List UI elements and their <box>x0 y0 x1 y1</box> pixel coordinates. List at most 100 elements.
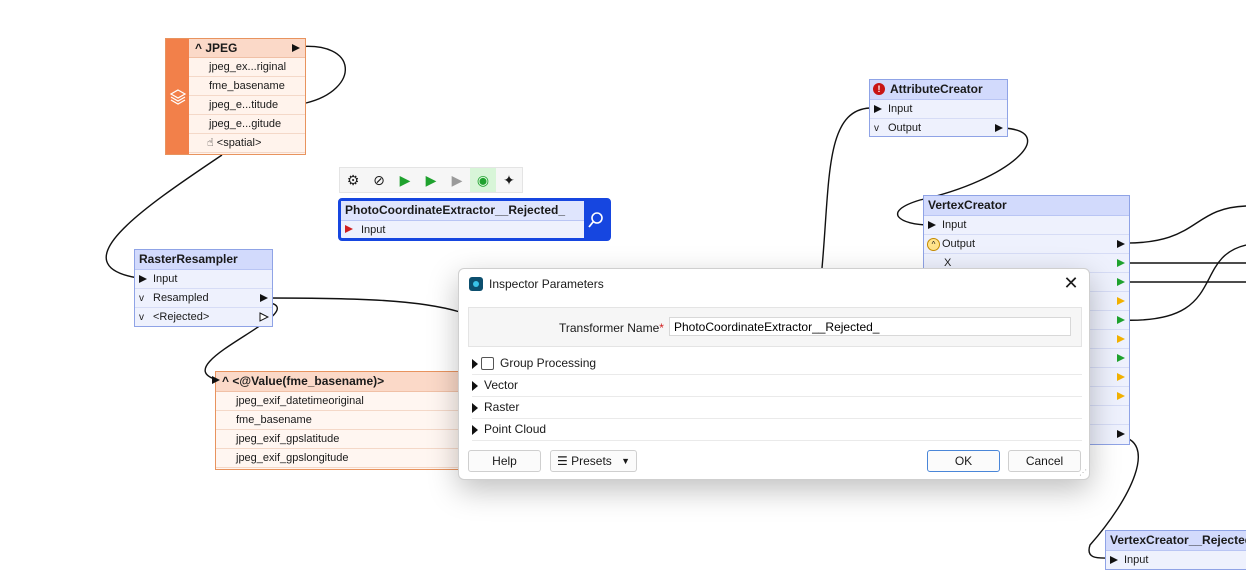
expand-triangle-icon[interactable] <box>472 358 478 369</box>
sparkle-icon[interactable]: ✦ <box>496 168 522 192</box>
run-icon[interactable]: ▶ <box>418 168 444 192</box>
chevron-down-icon: v <box>874 123 879 134</box>
jpeg-reader[interactable]: ^ JPEG jpeg_ex...riginal fme_basename jp… <box>165 38 306 155</box>
input-label: Input <box>942 219 967 231</box>
section-group-processing[interactable]: Group Processing <box>472 353 1082 375</box>
collapse-icon[interactable]: ^ <box>195 41 202 55</box>
writer-attribute: jpeg_exif_datetimeoriginal <box>216 392 476 411</box>
output-port[interactable]: v Output <box>870 119 1007 138</box>
section-label: Point Cloud <box>484 422 547 436</box>
writer-attribute: jpeg_exif_gpslongitude <box>216 449 476 468</box>
green-port-icon[interactable] <box>1117 259 1125 267</box>
spatial-label: <spatial> <box>216 137 262 149</box>
search-icon <box>588 211 603 228</box>
vertex-creator-rejected[interactable]: VertexCreator__Rejected Input <box>1105 530 1246 570</box>
gear-icon[interactable]: ⚙ <box>340 168 366 192</box>
expand-icon: ^ <box>927 238 940 251</box>
transformer-name-group: Transformer Name* <box>468 307 1082 347</box>
output-label: Output <box>942 238 976 250</box>
output-port[interactable]: ^ Output <box>924 235 1129 254</box>
section-label: Vector <box>484 378 519 392</box>
app-icon <box>469 277 483 291</box>
green-port-icon[interactable] <box>1117 354 1125 362</box>
input-port[interactable]: Input <box>924 216 1129 235</box>
writer-attribute: jpeg_exif_gpslatitude <box>216 430 476 449</box>
resampled-port[interactable]: v Resampled <box>135 289 272 308</box>
cancel-button[interactable]: Cancel <box>1008 450 1081 472</box>
input-label: Input <box>888 103 913 115</box>
selected-transformer-title: PhotoCoordinateExtractor__Rejected_ <box>341 201 588 221</box>
transformer-name-input[interactable] <box>669 317 1071 336</box>
yellow-port-icon[interactable] <box>1117 392 1125 400</box>
expand-triangle-icon[interactable] <box>472 380 478 391</box>
vertex-creator-title: VertexCreator <box>924 196 1129 216</box>
section-raster[interactable]: Raster <box>472 397 1082 419</box>
reader-strip <box>166 39 189 154</box>
input-label: Input <box>361 224 386 236</box>
input-port[interactable]: Input <box>135 270 272 289</box>
vertex-rejected-title: VertexCreator__Rejected <box>1106 531 1246 551</box>
reader-spatial-row: ☝ <spatial> <box>189 134 305 153</box>
presets-button[interactable]: ☰ Presets ▼ <box>550 450 637 472</box>
green-port-icon[interactable] <box>1117 278 1125 286</box>
output-label: Output <box>888 122 922 134</box>
layers-icon <box>169 89 187 105</box>
rejected-port[interactable]: v <Rejected> <box>135 308 272 327</box>
group-processing-checkbox[interactable] <box>481 357 494 371</box>
section-label: Group Processing <box>500 356 597 370</box>
selected-transformer[interactable]: PhotoCoordinateExtractor__Rejected_ Inpu… <box>338 198 611 241</box>
resize-grip-icon[interactable]: ⋰ <box>1079 468 1087 477</box>
chevron-down-icon: v <box>139 312 144 323</box>
ok-button[interactable]: OK <box>927 450 1000 472</box>
collapse-icon[interactable]: ^ <box>222 374 229 388</box>
input-label: Input <box>1124 554 1149 566</box>
writer-title[interactable]: ^ <@Value(fme_basename)> <box>216 372 476 392</box>
run-from-here-icon[interactable]: ▶ <box>444 168 470 192</box>
expand-triangle-icon[interactable] <box>472 402 478 413</box>
name-label-text: Transformer Name <box>559 321 660 335</box>
disable-icon[interactable]: ⊘ <box>366 168 392 192</box>
green-port-icon[interactable] <box>1117 316 1125 324</box>
attribute-creator[interactable]: ! AttributeCreator Input v Output <box>869 79 1008 137</box>
reader-attribute: fme_basename <box>189 77 305 96</box>
attribute-creator-label: AttributeCreator <box>890 82 983 96</box>
reader-attribute: jpeg_e...gitude <box>189 115 305 134</box>
writer-attribute: fme_basename <box>216 411 476 430</box>
yellow-port-icon[interactable] <box>1117 373 1125 381</box>
input-label: Input <box>153 273 178 285</box>
raster-resampler[interactable]: RasterResampler Input v Resampled v <Rej… <box>134 249 273 327</box>
required-marker: * <box>659 321 664 335</box>
inspector-parameters-dialog: Inspector Parameters ✕ Transformer Name*… <box>458 268 1090 480</box>
help-button[interactable]: Help <box>468 450 541 472</box>
expand-triangle-icon[interactable] <box>472 424 478 435</box>
writer-feature-type[interactable]: ^ <@Value(fme_basename)> jpeg_exif_datet… <box>212 371 477 470</box>
input-port[interactable]: Input <box>870 100 1007 119</box>
section-point-cloud[interactable]: Point Cloud <box>472 419 1082 441</box>
inspect-button[interactable] <box>584 201 608 238</box>
reader-attribute: jpeg_e...titude <box>189 96 305 115</box>
input-port[interactable]: Input <box>341 221 604 239</box>
output-arrow-icon <box>1117 430 1125 438</box>
writer-input-arrow-icon[interactable] <box>212 376 220 384</box>
writer-title-label: <@Value(fme_basename)> <box>232 374 385 388</box>
run-to-here-icon[interactable]: ▶ <box>392 168 418 192</box>
section-vector[interactable]: Vector <box>472 375 1082 397</box>
reader-attribute: jpeg_ex...riginal <box>189 58 305 77</box>
dropdown-caret-icon: ▼ <box>621 456 630 466</box>
presets-label: Presets <box>571 454 612 468</box>
yellow-port-icon[interactable] <box>1117 335 1125 343</box>
eye-icon[interactable]: ◉ <box>470 168 496 192</box>
error-icon: ! <box>873 83 885 95</box>
hand-pointer-icon: ☝ <box>207 137 214 149</box>
transformer-name-label: Transformer Name* <box>559 321 664 335</box>
input-port[interactable]: Input <box>1106 551 1246 570</box>
attribute-creator-title: ! AttributeCreator <box>870 80 1007 100</box>
close-icon[interactable]: ✕ <box>1061 273 1081 294</box>
section-label: Raster <box>484 400 520 414</box>
reader-title-label: JPEG <box>205 41 238 55</box>
yellow-port-icon[interactable] <box>1117 297 1125 305</box>
reader-title[interactable]: ^ JPEG <box>189 39 305 58</box>
output-port-icon[interactable] <box>292 44 300 52</box>
transformer-toolbar: ⚙ ⊘ ▶ ▶ ▶ ◉ ✦ <box>339 167 523 193</box>
output-arrow-icon <box>260 294 268 302</box>
